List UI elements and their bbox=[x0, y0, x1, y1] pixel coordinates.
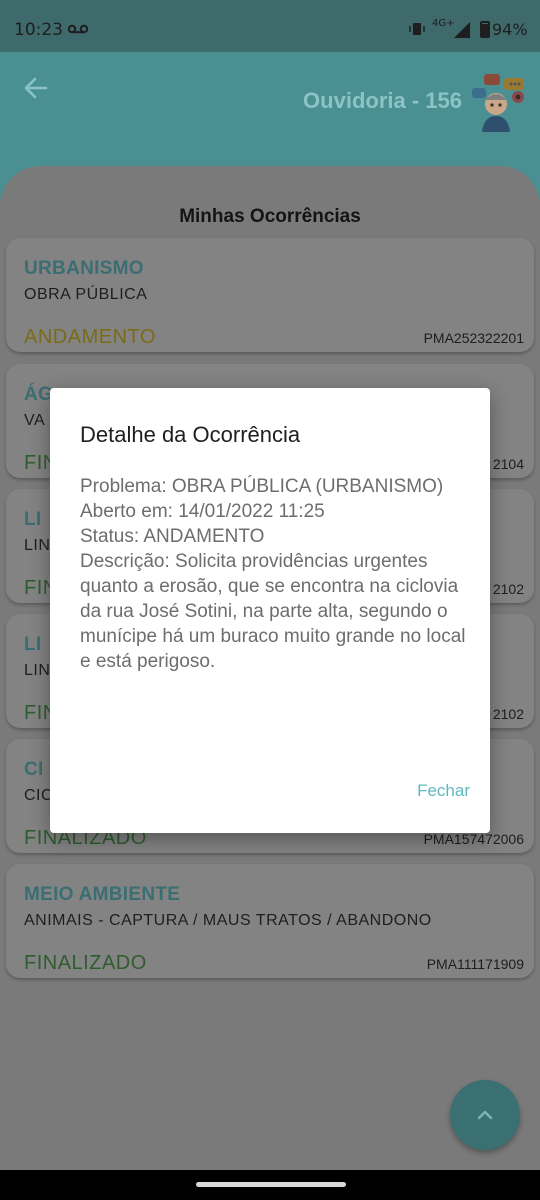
item-subcategory: ANIMAIS - CAPTURA / MAUS TRATOS / ABANDO… bbox=[24, 912, 432, 929]
item-category: LI bbox=[24, 509, 42, 530]
dialog-title: Detalhe da Ocorrência bbox=[80, 422, 301, 447]
page-title: Ouvidoria - 156 bbox=[303, 88, 462, 113]
item-category: CI bbox=[24, 759, 44, 780]
status-time: 10:23 bbox=[14, 20, 63, 40]
chevron-up-icon bbox=[477, 1110, 493, 1120]
list-title: Minhas Ocorrências bbox=[179, 206, 361, 227]
arrow-left-icon[interactable] bbox=[22, 74, 50, 102]
item-protocol: PMA157472006 bbox=[423, 831, 524, 847]
close-button[interactable]: Fechar bbox=[417, 781, 470, 801]
signal-icon bbox=[454, 22, 470, 38]
item-protocol: PMA252322201 bbox=[423, 330, 524, 346]
dialog-body: Problema: OBRA PÚBLICA (URBANISMO) Abert… bbox=[80, 474, 470, 674]
list-item[interactable]: MEIO AMBIENTE ANIMAIS - CAPTURA / MAUS T… bbox=[6, 864, 534, 978]
list-item[interactable]: URBANISMO OBRA PÚBLICA ANDAMENTO PMA2523… bbox=[6, 238, 534, 352]
item-subcategory: LIN bbox=[24, 537, 51, 554]
home-gesture-handle[interactable] bbox=[196, 1182, 346, 1187]
item-category: LI bbox=[24, 634, 42, 655]
item-protocol: 2102 bbox=[492, 581, 524, 597]
detail-opened: Aberto em: 14/01/2022 11:25 bbox=[80, 501, 325, 522]
battery-percent: 94% bbox=[492, 20, 528, 39]
item-protocol: PMA111171909 bbox=[426, 956, 524, 972]
item-subcategory: LIN bbox=[24, 662, 51, 679]
item-category: ÁG bbox=[24, 384, 54, 405]
ouvidoria-mascot-icon bbox=[472, 74, 524, 132]
scroll-top-button[interactable] bbox=[450, 1080, 520, 1150]
voicemail-icon bbox=[68, 24, 88, 34]
item-subcategory: OBRA PÚBLICA bbox=[24, 286, 148, 303]
item-status: ANDAMENTO bbox=[24, 326, 156, 348]
item-category: MEIO AMBIENTE bbox=[24, 884, 181, 905]
status-bar: 10:23 4G+ 94% bbox=[0, 0, 540, 52]
item-subcategory: CIC bbox=[24, 787, 54, 804]
system-nav-bar bbox=[0, 1170, 540, 1200]
occurrence-detail-dialog: Detalhe da Ocorrência Problema: OBRA PÚB… bbox=[50, 388, 490, 833]
item-protocol: 2104 bbox=[492, 456, 524, 472]
detail-status: Status: ANDAMENTO bbox=[80, 526, 265, 547]
network-type: 4G+ bbox=[432, 18, 455, 29]
item-subcategory: VA bbox=[24, 412, 46, 429]
vibrate-icon bbox=[409, 23, 425, 35]
item-category: URBANISMO bbox=[24, 258, 144, 279]
detail-problem: Problema: OBRA PÚBLICA (URBANISMO) bbox=[80, 476, 444, 497]
item-protocol: 2102 bbox=[492, 706, 524, 722]
detail-description: Descrição: Solicita providências urgente… bbox=[80, 551, 466, 672]
item-status: FINALIZADO bbox=[24, 952, 147, 974]
battery-icon bbox=[480, 21, 490, 38]
